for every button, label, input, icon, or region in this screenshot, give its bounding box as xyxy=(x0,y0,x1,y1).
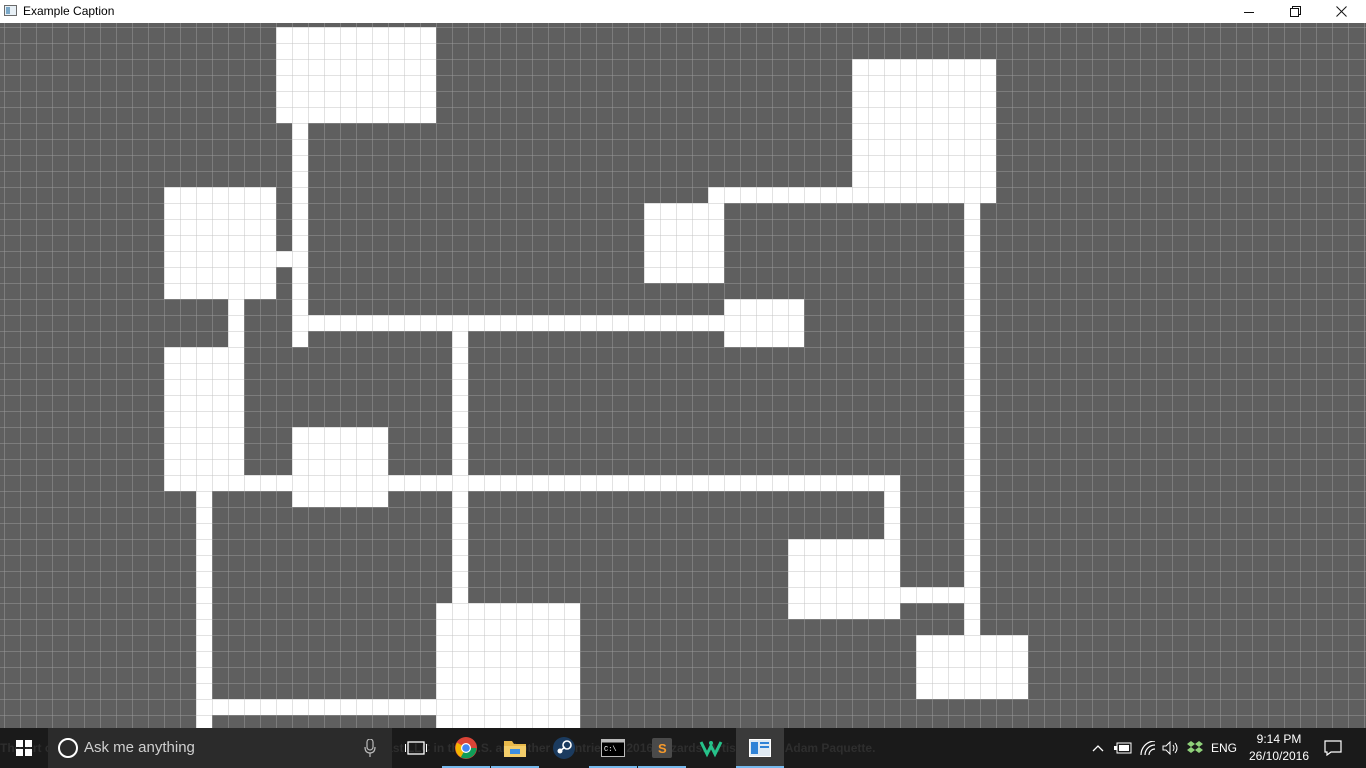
room-left-middle xyxy=(164,347,244,491)
title-bar: Example Caption xyxy=(0,0,1366,23)
dropbox-button[interactable] xyxy=(1184,728,1206,768)
taskbar-app-gitkraken[interactable] xyxy=(687,728,735,768)
microphone-icon[interactable] xyxy=(364,739,376,757)
taskbar-app-command-prompt[interactable]: C:\ xyxy=(589,728,637,768)
corridor xyxy=(228,299,244,347)
app-window-icon xyxy=(749,739,771,757)
corridor xyxy=(884,475,900,539)
room-bottom-center xyxy=(436,603,580,728)
cortana-search-box[interactable]: Ask me anything xyxy=(48,728,392,768)
wifi-icon xyxy=(1140,741,1156,755)
corridor xyxy=(452,331,468,603)
dropbox-icon xyxy=(1187,741,1203,753)
corridor xyxy=(196,699,436,715)
room-center-right xyxy=(724,299,804,347)
room-left-upper xyxy=(164,187,276,299)
room-bottom-right xyxy=(916,635,1028,699)
task-view-button[interactable] xyxy=(392,728,440,768)
taskbar-app-example[interactable] xyxy=(736,728,784,768)
taskbar-app-file-explorer[interactable] xyxy=(491,728,539,768)
show-hidden-icons-button[interactable] xyxy=(1088,728,1108,768)
taskbar: The Art of Magic: The Gathering is a tra… xyxy=(0,728,1366,768)
room-center-small xyxy=(644,203,724,283)
action-center-button[interactable] xyxy=(1318,728,1348,768)
clock-date: 26/10/2016 xyxy=(1248,749,1310,763)
notification-icon xyxy=(1324,740,1342,756)
room-center-left xyxy=(292,427,388,507)
room-top-center xyxy=(276,27,436,123)
corridor xyxy=(708,187,852,203)
svg-text:C:\: C:\ xyxy=(604,746,617,754)
task-view-icon xyxy=(405,741,427,755)
search-input[interactable]: Ask me anything xyxy=(84,739,195,756)
corridor xyxy=(292,123,308,347)
volume-button[interactable] xyxy=(1160,728,1182,768)
room-lower-right xyxy=(788,539,900,619)
corridor xyxy=(276,251,292,267)
corridor xyxy=(964,203,980,635)
chevron-up-icon xyxy=(1092,745,1104,752)
minimize-icon xyxy=(1244,11,1254,13)
close-icon xyxy=(1335,6,1347,17)
close-button[interactable] xyxy=(1318,0,1364,23)
language-indicator[interactable]: ENG xyxy=(1207,728,1241,768)
restore-icon xyxy=(1289,6,1301,17)
battery-button[interactable] xyxy=(1112,728,1134,768)
gitkraken-icon xyxy=(699,741,723,758)
restore-button[interactable] xyxy=(1272,0,1318,23)
sublime-icon: S xyxy=(652,738,672,758)
corridor xyxy=(292,315,724,331)
app-window-icon xyxy=(4,5,17,16)
network-button[interactable] xyxy=(1137,728,1159,768)
start-button[interactable] xyxy=(0,728,48,768)
cortana-icon xyxy=(58,738,78,758)
corridor xyxy=(196,491,212,728)
dungeon-map-canvas[interactable] xyxy=(0,23,1366,728)
minimize-button[interactable] xyxy=(1226,0,1272,23)
corridor xyxy=(164,475,900,491)
battery-icon xyxy=(1114,742,1132,754)
steam-icon xyxy=(553,737,575,759)
room-top-right xyxy=(852,59,996,203)
corridor xyxy=(900,587,964,603)
taskbar-app-sublime-text[interactable]: S xyxy=(638,728,686,768)
folder-icon xyxy=(504,741,526,757)
svg-text:S: S xyxy=(658,741,667,756)
clock[interactable]: 9:14 PM 26/10/2016 xyxy=(1244,731,1314,765)
clock-time: 9:14 PM xyxy=(1256,732,1302,746)
windows-logo-icon xyxy=(16,740,32,756)
window-title: Example Caption xyxy=(23,4,115,18)
taskbar-app-chrome[interactable] xyxy=(442,728,490,768)
terminal-icon: C:\ xyxy=(601,739,625,757)
chrome-icon xyxy=(455,737,477,759)
speaker-icon xyxy=(1162,741,1178,755)
taskbar-app-steam[interactable] xyxy=(540,728,588,768)
